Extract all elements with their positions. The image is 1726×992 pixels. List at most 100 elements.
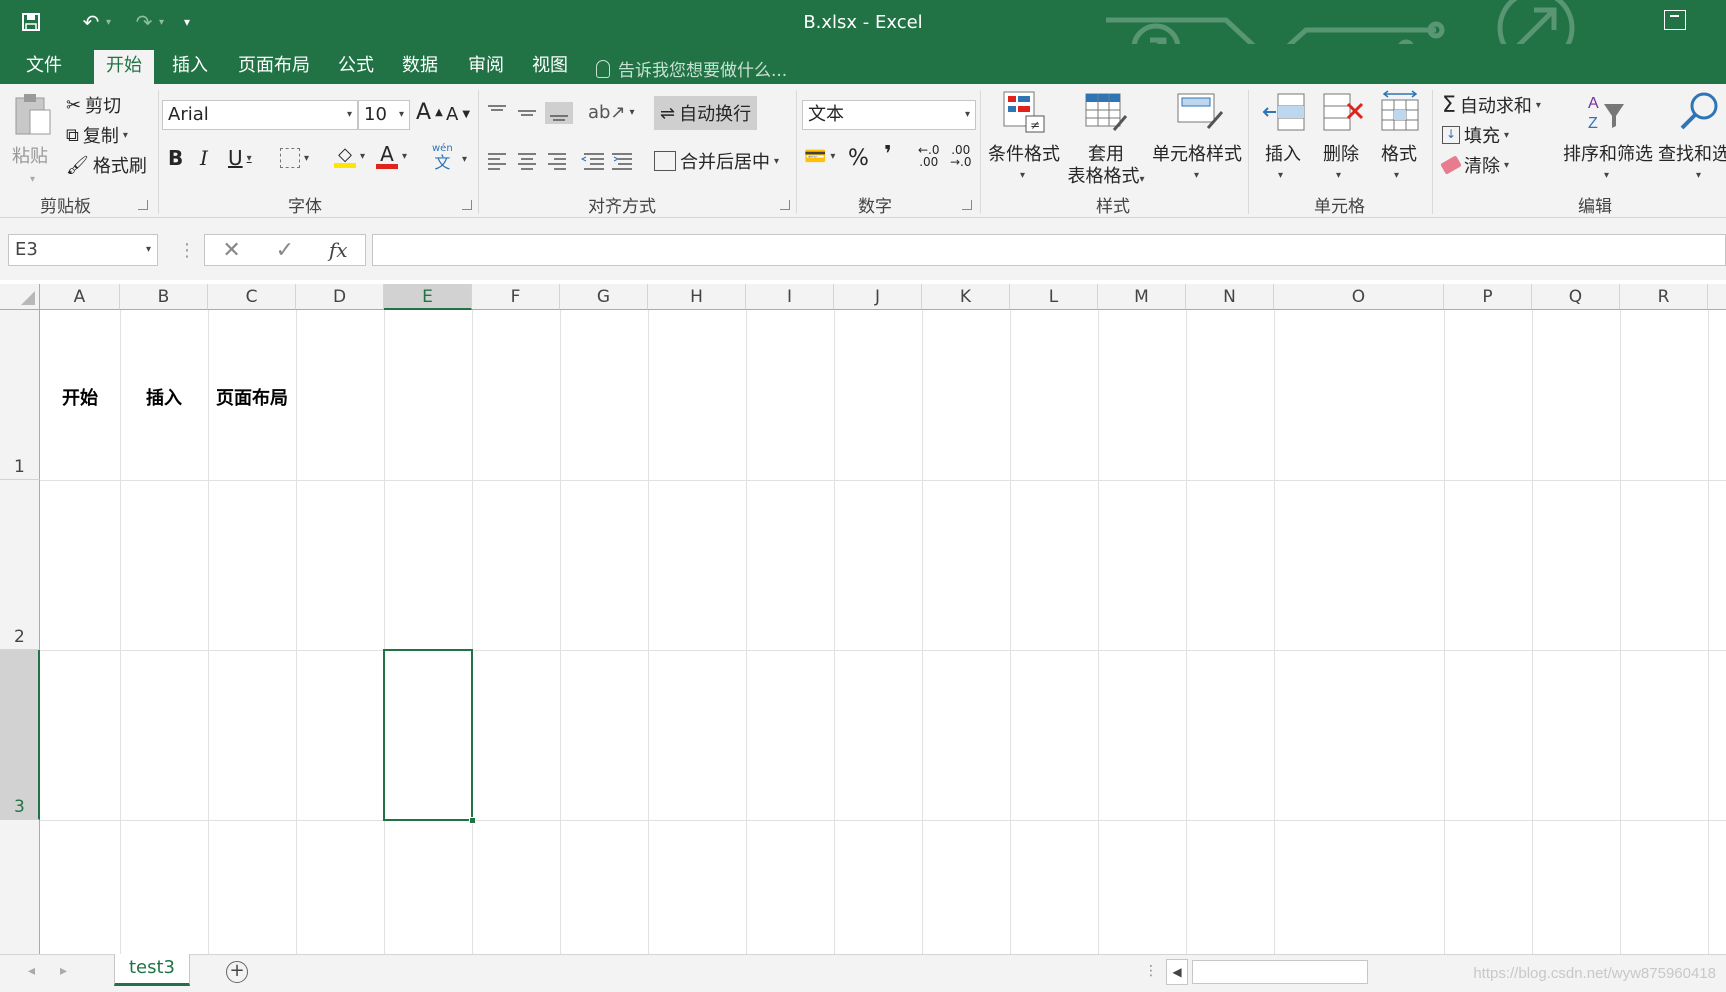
number-launcher-icon[interactable]	[962, 200, 972, 210]
clear-button[interactable]: 清除 ▾	[1440, 152, 1509, 178]
column-header-B[interactable]: B	[120, 284, 208, 310]
fill-color-button[interactable]: ◇ ▾	[334, 144, 365, 168]
sort-filter-button[interactable]: A Z 排序和筛选 ▾	[1562, 90, 1654, 186]
sheet-next-icon[interactable]: ▸	[60, 963, 67, 979]
column-header-Q[interactable]: Q	[1532, 284, 1620, 310]
add-sheet-icon[interactable]: +	[226, 961, 248, 983]
fill-handle[interactable]	[469, 817, 476, 824]
increase-decimal-button[interactable]: ←.0 .00	[918, 144, 940, 168]
sheet-prev-icon[interactable]: ◂	[28, 963, 35, 979]
alignment-launcher-icon[interactable]	[780, 200, 790, 210]
cell-C1[interactable]: 页面布局	[208, 384, 296, 410]
comma-button[interactable]: ❜	[884, 142, 892, 167]
bold-button[interactable]: B	[168, 146, 183, 170]
format-as-table-button[interactable]: 套用 表格格式▾	[1062, 90, 1150, 190]
grow-font-button[interactable]: A ▲	[416, 100, 443, 125]
scroll-split-handle[interactable]: ⋮	[1144, 963, 1158, 979]
font-launcher-icon[interactable]	[462, 200, 472, 210]
row-header-4[interactable]	[0, 820, 40, 954]
format-painter-button[interactable]: 🖌 格式刷	[66, 152, 147, 178]
column-header-L[interactable]: L	[1010, 284, 1098, 310]
row-header-2[interactable]: 2	[0, 480, 40, 650]
tell-me-box[interactable]: 告诉我您想要做什么...	[596, 56, 787, 81]
name-box[interactable]: E3 ▾	[8, 234, 158, 266]
shrink-font-button[interactable]: A ▼	[446, 104, 470, 125]
scissors-icon: ✂	[66, 94, 82, 116]
tab-page-layout[interactable]: 页面布局	[226, 50, 322, 84]
autosum-button[interactable]: Σ 自动求和 ▾	[1442, 92, 1541, 118]
font-color-button[interactable]: A ▾	[376, 144, 407, 169]
ribbon-display-options-icon[interactable]	[1664, 10, 1686, 30]
column-header-N[interactable]: N	[1186, 284, 1274, 310]
merge-center-button[interactable]: 合并后居中 ▾	[654, 148, 779, 174]
delete-cells-button[interactable]: 删除 ▾	[1314, 90, 1368, 186]
column-header-P[interactable]: P	[1444, 284, 1532, 310]
scroll-left-icon[interactable]: ◀	[1166, 959, 1188, 985]
horizontal-align-icons[interactable]	[486, 150, 636, 174]
insert-function-icon[interactable]: fx	[329, 238, 348, 262]
formula-bar-resize-handle[interactable]: ⋮	[178, 240, 196, 261]
column-header-J[interactable]: J	[834, 284, 922, 310]
italic-button[interactable]: I	[200, 146, 208, 170]
format-cells-button[interactable]: 格式 ▾	[1372, 90, 1426, 186]
column-header-R[interactable]: R	[1620, 284, 1708, 310]
column-header-C[interactable]: C	[208, 284, 296, 310]
chevron-down-icon[interactable]: ▾	[146, 235, 151, 265]
tab-insert[interactable]: 插入	[160, 50, 220, 84]
percent-button[interactable]: %	[848, 146, 869, 171]
column-header-G[interactable]: G	[560, 284, 648, 310]
font-name-combo[interactable]: Arial ▾	[162, 100, 358, 130]
cancel-entry-icon[interactable]: ✕	[222, 238, 240, 263]
tab-data[interactable]: 数据	[390, 50, 450, 84]
vertical-align-icons[interactable]	[486, 102, 576, 124]
number-format-combo[interactable]: 文本 ▾	[802, 100, 976, 130]
row-header-1[interactable]: 1	[0, 310, 40, 480]
enter-entry-icon[interactable]: ✓	[276, 238, 294, 263]
paste-button[interactable]: 粘贴 ▾	[12, 92, 56, 188]
sort-filter-label: 排序和筛选	[1563, 144, 1653, 165]
clipboard-launcher-icon[interactable]	[138, 200, 148, 210]
column-header-A[interactable]: A	[40, 284, 120, 310]
formula-input[interactable]	[372, 234, 1726, 266]
sheet-tab-test3[interactable]: test3	[114, 954, 190, 986]
phonetic-guide-button[interactable]: wén 文	[432, 144, 453, 172]
copy-button[interactable]: ⧉ 复制 ▾	[66, 122, 128, 148]
cell-A1[interactable]: 开始	[40, 384, 120, 410]
worksheet-grid[interactable]: A B C D E F G H I J K L M N O P Q R 1 2 …	[0, 284, 1726, 954]
column-header-M[interactable]: M	[1098, 284, 1186, 310]
wrap-text-button[interactable]: ⇌ 自动换行	[654, 96, 758, 130]
cell-styles-button[interactable]: 单元格样式 ▾	[1150, 90, 1244, 186]
cell-B1[interactable]: 插入	[120, 384, 208, 410]
decrease-decimal-button[interactable]: .00 →.0	[950, 144, 972, 168]
insert-cells-button[interactable]: 插入 ▾	[1256, 90, 1310, 186]
active-cell[interactable]	[383, 649, 473, 821]
column-header-E[interactable]: E	[384, 284, 472, 310]
tab-formulas[interactable]: 公式	[326, 50, 386, 84]
column-header-O[interactable]: O	[1274, 284, 1444, 310]
format-as-table-icon	[1085, 93, 1128, 131]
conditional-formatting-button[interactable]: ≠ 条件格式 ▾	[986, 90, 1062, 186]
tab-file[interactable]: 文件	[14, 50, 74, 84]
column-header-K[interactable]: K	[922, 284, 1010, 310]
sheet-bar: ◂ ▸ test3 + ⋮ ◀ https://blog.csdn.net/wy…	[0, 954, 1726, 992]
accounting-format-button[interactable]: 💳 ▾	[804, 146, 835, 167]
cut-button[interactable]: ✂ 剪切	[66, 92, 121, 118]
orientation-button[interactable]: ab↗ ▾	[588, 102, 635, 123]
column-header-I[interactable]: I	[746, 284, 834, 310]
underline-icon: U	[228, 146, 243, 170]
tab-home[interactable]: 开始	[94, 50, 154, 84]
column-header-H[interactable]: H	[648, 284, 746, 310]
underline-button[interactable]: U ▾	[228, 146, 252, 170]
column-header-F[interactable]: F	[472, 284, 560, 310]
column-header-D[interactable]: D	[296, 284, 384, 310]
tab-view[interactable]: 视图	[520, 50, 580, 84]
scroll-thumb[interactable]	[1192, 960, 1368, 984]
svg-text:A: A	[1588, 95, 1599, 112]
fill-button[interactable]: ↓ 填充 ▾	[1442, 122, 1509, 148]
borders-button[interactable]: ▾	[280, 148, 309, 168]
find-select-button[interactable]: 查找和选 ▾	[1656, 90, 1726, 186]
row-header-3[interactable]: 3	[0, 650, 40, 820]
tab-review[interactable]: 审阅	[456, 50, 516, 84]
font-size-combo[interactable]: 10 ▾	[358, 100, 410, 130]
select-all-button[interactable]	[0, 284, 40, 310]
